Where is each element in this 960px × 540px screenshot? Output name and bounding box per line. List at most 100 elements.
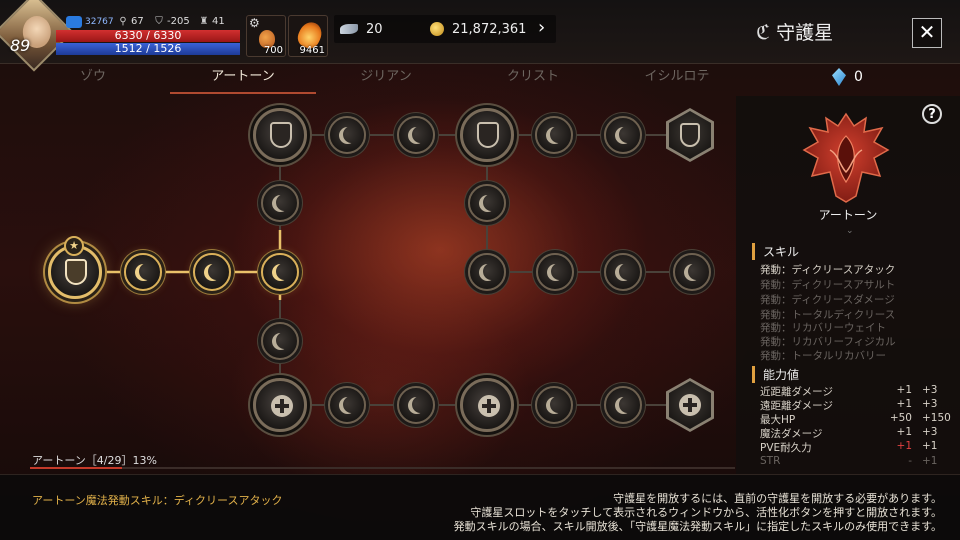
ability-row: 遠距離ダメージ +1 +3 [760,398,938,412]
mp-bar: 1512 / 1526 [56,43,240,55]
crescent-icon [483,263,500,280]
tab-arton[interactable]: アートーン [170,66,316,94]
gem-count: 0 [832,68,863,86]
crescent-icon [139,263,156,280]
item-slot[interactable]: 9461 [288,15,328,57]
progress-bar [30,467,735,469]
cross-icon [271,395,293,417]
ability-row: STR - +1 [760,455,938,467]
skill-item[interactable]: 発動：リカバリーウェイト [760,320,886,335]
guardian-node-active[interactable] [124,253,162,291]
shield-icon [477,122,499,148]
trophy-stat: ♜ 41 [199,15,225,27]
guardian-star-icon: ℭ [756,19,771,44]
crescent-icon [619,126,636,143]
cross-icon [478,395,500,417]
crescent-icon [276,332,293,349]
guardian-node-active[interactable] [193,253,231,291]
tab-christ[interactable]: クリスト [460,66,606,94]
chevron-right-icon[interactable]: › [538,17,545,38]
crescent-icon [343,126,360,143]
tab-jirian[interactable]: ジリアン [313,66,459,94]
active-tab-indicator [170,92,316,94]
skill-item[interactable]: 発動：リカバリーフィジカル [760,334,896,349]
crescent-icon [550,396,567,413]
crescent-icon [550,126,567,143]
guardian-node-cross[interactable] [460,378,514,432]
skills-heading: スキル [752,243,799,260]
feather-icon [340,24,358,34]
guardian-name: アートーン [818,208,878,222]
guardian-tabs: ゾウ アートーン ジリアン クリスト イシルロテ [20,66,735,94]
guardian-node[interactable] [261,322,299,360]
ability-row: PVE耐久力 +1 +1 [760,440,938,454]
crescent-icon [276,194,293,211]
cross-icon [679,394,701,416]
ability-row: 最大HP +50 +150 [760,412,951,426]
power-stat: 32767 [66,16,114,28]
guardian-node-shield[interactable] [460,108,514,162]
skill-item[interactable]: 発動：ディクリースダメージ [760,292,895,307]
page-title: ℭ 守護星 [756,19,834,45]
guardian-node[interactable] [536,253,574,291]
gem-icon [832,68,846,86]
guardian-node[interactable] [328,116,366,154]
progress-fill [30,467,122,469]
crescent-icon [688,263,705,280]
tab-zou[interactable]: ゾウ [20,66,166,94]
feather-currency: 20 [340,16,383,42]
crescent-icon [483,194,500,211]
guardian-node-active[interactable] [261,253,299,291]
shield-icon [680,123,700,147]
gold-coin-icon [430,22,444,36]
guardian-node-shield[interactable] [253,108,307,162]
crescent-icon [276,263,293,280]
gear-icon[interactable]: ⚙ [249,16,260,30]
abilities-heading: 能力値 [752,366,799,383]
key-stat: ⚲ 67 [119,15,144,27]
guardian-node[interactable] [328,386,366,424]
skill-item[interactable]: 発動：ディクリースアサルト [760,277,895,292]
power-icon [66,16,82,28]
crescent-icon [551,263,568,280]
tab-isilrote[interactable]: イシルロテ [604,66,750,94]
guardian-node[interactable] [261,184,299,222]
guardian-node[interactable] [604,116,642,154]
helmet-icon: ⛉ [155,15,163,27]
footer-note: 発動スキルの場合、スキル開放後、「守護星魔法発動スキル」に指定したスキルのみ使用… [453,520,942,533]
guardian-node[interactable] [397,386,435,424]
shield-icon [65,259,87,285]
guardian-node[interactable] [673,253,711,291]
guardian-emblem [802,112,890,203]
skill-item[interactable]: 発動：トータルリカバリー [760,348,886,363]
close-button[interactable]: ✕ [912,18,942,48]
chevron-down-icon: ⌄ [846,226,854,236]
guardian-node[interactable] [468,184,506,222]
shield-icon [270,122,292,148]
potion-slot[interactable]: ⚙ 700 [246,15,286,57]
crescent-icon [343,396,360,413]
gold-currency: 21,872,361 [430,16,526,42]
crescent-icon [208,263,225,280]
crescent-icon [619,263,636,280]
ability-row: 近距離ダメージ +1 +3 [760,384,938,398]
guardian-node[interactable] [468,253,506,291]
guardian-node-cross[interactable] [253,378,307,432]
trophy-icon: ♜ [199,15,209,27]
guardian-node[interactable] [397,116,435,154]
magic-skill-text: アートーン魔法発動スキル：ディクリースアタック [32,494,283,507]
help-button[interactable]: ? [922,104,942,124]
crescent-icon [412,396,429,413]
guardian-node[interactable] [535,386,573,424]
guardian-node[interactable] [535,116,573,154]
hp-bar: 6330 / 6330 [56,30,240,42]
star-icon: ★ [64,236,84,256]
tree-lines-active [75,230,282,300]
character-level: 89 [10,36,31,55]
guardian-node[interactable] [604,253,642,291]
key-icon: ⚲ [119,15,127,27]
skill-item[interactable]: 発動：ディクリースアタック [760,262,895,277]
guardian-node[interactable] [604,386,642,424]
ability-row: 魔法ダメージ +1 +3 [760,426,938,440]
progress-label: アートーン［4/29］13% [32,454,157,467]
